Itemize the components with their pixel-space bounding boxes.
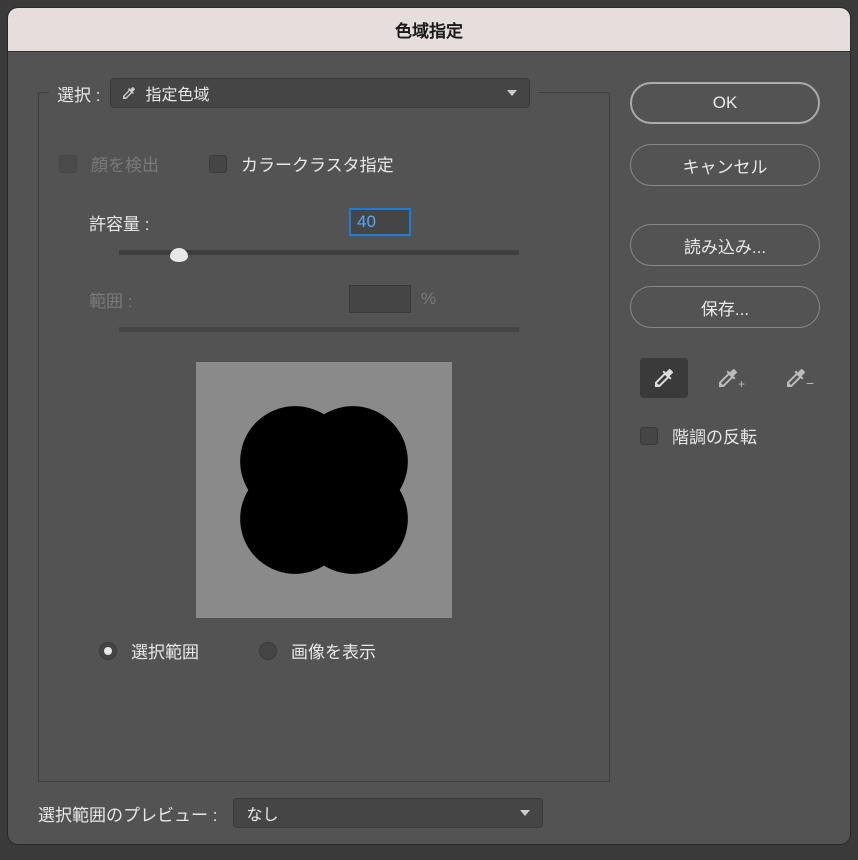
cancel-button[interactable]: キャンセル	[630, 144, 820, 186]
preview-label: 選択範囲のプレビュー :	[38, 801, 217, 826]
dialog-title: 色域指定	[8, 8, 850, 52]
fuzziness-input[interactable]	[349, 208, 411, 236]
preview-dropdown[interactable]: なし	[233, 798, 543, 828]
preview-dropdown-value: なし	[246, 801, 278, 825]
chevron-down-icon	[507, 90, 517, 96]
range-label: 範囲 :	[89, 287, 349, 312]
eyedropper-subtract-tool[interactable]: −	[776, 358, 824, 398]
invert-checkbox[interactable]	[640, 427, 658, 445]
slider-thumb[interactable]	[170, 248, 188, 262]
invert-label: 階調の反転	[672, 423, 757, 448]
eyedropper-minus-icon: −	[786, 366, 814, 390]
selection-radio[interactable]	[99, 642, 117, 660]
save-button[interactable]: 保存...	[630, 286, 820, 328]
eyedropper-icon	[652, 366, 676, 390]
dropdown-value: 指定色域	[145, 81, 209, 105]
chevron-down-icon	[520, 810, 530, 816]
color-clusters-checkbox[interactable]	[209, 155, 227, 173]
eyedropper-tool[interactable]	[640, 358, 688, 398]
ok-button[interactable]: OK	[630, 82, 820, 124]
load-button[interactable]: 読み込み...	[630, 224, 820, 266]
svg-text:−: −	[806, 375, 814, 390]
select-colors-dropdown[interactable]: 指定色域	[110, 78, 530, 108]
range-slider	[119, 327, 519, 332]
range-input	[349, 285, 411, 313]
color-clusters-label: カラークラスタ指定	[241, 151, 394, 176]
range-suffix: %	[421, 289, 436, 309]
eyedropper-icon	[121, 85, 137, 101]
selection-radio-label: 選択範囲	[131, 638, 199, 663]
image-radio[interactable]	[259, 642, 277, 660]
preview-thumbnail	[196, 362, 452, 618]
eyedropper-plus-icon: +	[718, 366, 746, 390]
fuzziness-slider[interactable]	[119, 250, 519, 255]
detect-faces-checkbox	[59, 155, 77, 173]
preview-shape	[204, 370, 444, 610]
eyedropper-add-tool[interactable]: +	[708, 358, 756, 398]
select-label: 選択 :	[57, 81, 100, 106]
svg-text:+: +	[738, 377, 745, 390]
color-range-dialog: 色域指定 選択 : 指定色域	[8, 8, 850, 844]
detect-faces-label: 顔を検出	[91, 151, 159, 176]
fuzziness-label: 許容量 :	[89, 210, 349, 235]
image-radio-label: 画像を表示	[291, 638, 376, 663]
